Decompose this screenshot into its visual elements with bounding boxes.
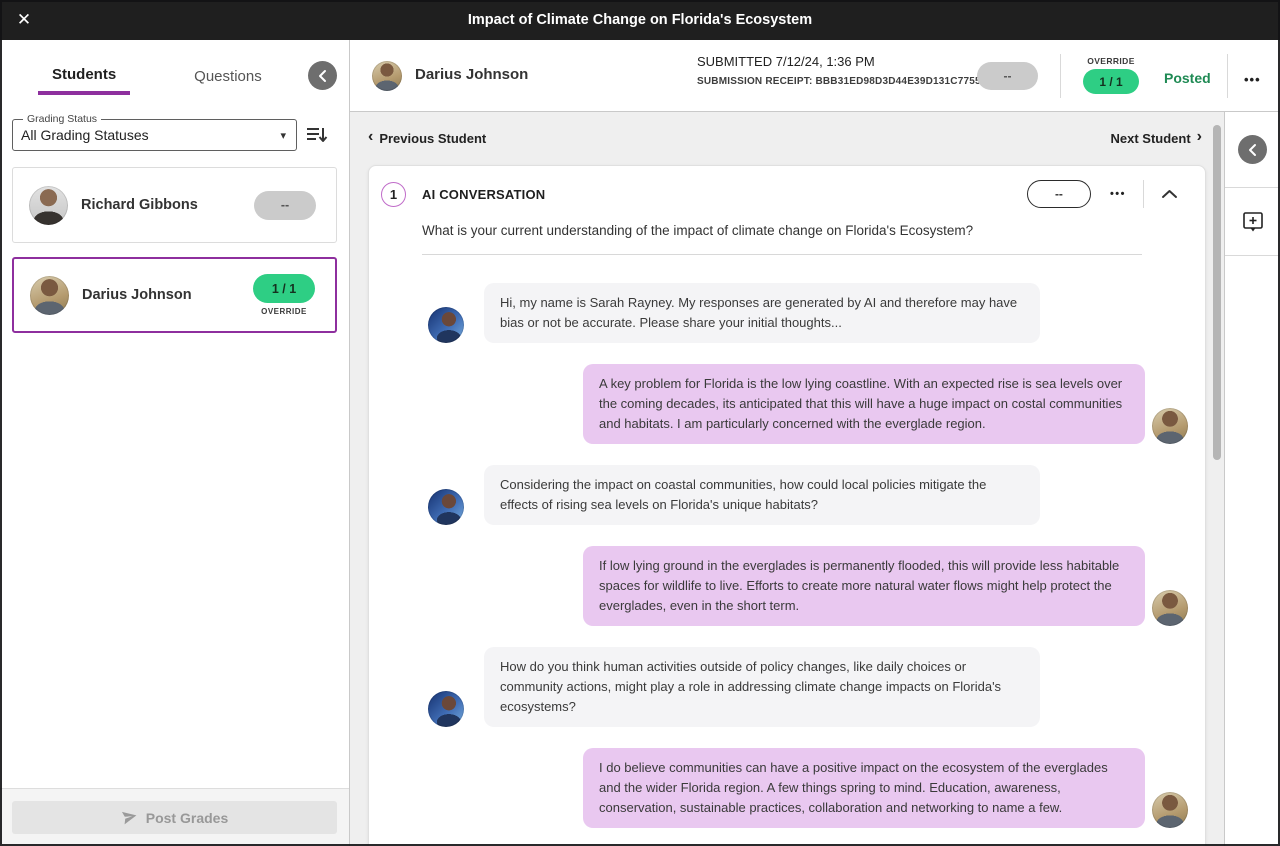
previous-student-link[interactable]: ‹ Previous Student xyxy=(368,130,486,146)
next-student-link[interactable]: Next Student › xyxy=(1111,130,1203,146)
override-label: OVERRIDE xyxy=(1087,56,1135,66)
question-grade-input[interactable]: -- xyxy=(1027,180,1091,208)
student-row-darius-johnson[interactable]: Darius Johnson 1 / 1 OVERRIDE xyxy=(12,257,337,333)
chevron-up-icon xyxy=(1161,189,1178,199)
attempt-grade-pill[interactable]: -- xyxy=(977,62,1038,90)
submission-receipt: SUBMISSION RECEIPT: BBB31ED98D3D44E39D13… xyxy=(697,76,1016,87)
student-name: Darius Johnson xyxy=(82,287,192,303)
chevron-left-icon xyxy=(317,69,329,83)
submitted-timestamp: SUBMITTED 7/12/24, 1:36 PM xyxy=(697,54,875,69)
override-label: OVERRIDE xyxy=(261,307,307,316)
grading-status-select[interactable]: Grading Status All Grading Statuses ▾ xyxy=(12,113,297,151)
tab-students[interactable]: Students xyxy=(38,56,130,95)
override-grade-pill[interactable]: 1 / 1 xyxy=(1083,69,1139,94)
caret-down-icon: ▾ xyxy=(280,129,286,142)
chevron-left-icon xyxy=(1247,143,1259,157)
message-bubble: How do you think human activities outsid… xyxy=(484,647,1040,727)
divider xyxy=(1060,54,1061,98)
message-bubble: Considering the impact on coastal commun… xyxy=(484,465,1040,525)
attempt-content: ‹ Previous Student Next Student › 1 AI C… xyxy=(350,112,1210,846)
question-collapse-button[interactable] xyxy=(1161,189,1178,199)
posted-status: Posted xyxy=(1164,70,1211,86)
ai-avatar xyxy=(428,489,464,525)
right-toolbar xyxy=(1224,112,1280,846)
question-type-label: AI CONVERSATION xyxy=(422,187,545,202)
scrollbar-thumb[interactable] xyxy=(1213,125,1221,460)
message-bubble: Hi, my name is Sarah Rayney. My response… xyxy=(484,283,1040,343)
divider xyxy=(1227,54,1228,98)
students-sidebar: Students Questions Grading Status All Gr… xyxy=(0,40,350,846)
question-number-badge: 1 xyxy=(381,182,406,207)
chevron-right-icon: › xyxy=(1197,129,1202,145)
post-grades-button[interactable]: Post Grades xyxy=(12,801,337,834)
sidebar-tabs: Students Questions xyxy=(0,40,349,111)
previous-student-label: Previous Student xyxy=(379,131,486,146)
ai-message: Considering the impact on coastal commun… xyxy=(428,465,1188,525)
assessment-title: Impact of Climate Change on Florida's Ec… xyxy=(0,12,1280,28)
sort-icon xyxy=(306,126,328,144)
sidebar-footer: Post Grades xyxy=(0,788,349,846)
question-header: 1 AI CONVERSATION -- ••• xyxy=(369,166,1205,208)
divider xyxy=(422,254,1142,255)
header-student-name: Darius Johnson xyxy=(415,66,528,83)
message-bubble: A key problem for Florida is the low lyi… xyxy=(583,364,1145,444)
student-message: If low lying ground in the everglades is… xyxy=(428,546,1188,626)
student-message: I do believe communities can have a posi… xyxy=(428,748,1188,828)
message-bubble: If low lying ground in the everglades is… xyxy=(583,546,1145,626)
avatar xyxy=(30,276,69,315)
ai-avatar xyxy=(428,691,464,727)
student-avatar xyxy=(1152,792,1188,828)
sidebar-collapse-button[interactable] xyxy=(308,61,337,90)
tab-questions[interactable]: Questions xyxy=(194,58,262,93)
student-list: Richard Gibbons -- Darius Johnson 1 / 1 … xyxy=(0,155,349,788)
add-comment-icon xyxy=(1240,209,1266,235)
student-message: A key problem for Florida is the low lyi… xyxy=(428,364,1188,444)
grading-status-label: Grading Status xyxy=(23,113,101,125)
question-card: 1 AI CONVERSATION -- ••• What is your cu… xyxy=(368,165,1206,846)
sort-students-button[interactable] xyxy=(297,115,337,155)
header-overflow-menu[interactable]: ••• xyxy=(1240,68,1265,91)
avatar xyxy=(29,186,68,225)
ai-message: How do you think human activities outsid… xyxy=(428,647,1188,727)
grade-pill: -- xyxy=(254,191,316,220)
attempt-navigation: ‹ Previous Student Next Student › xyxy=(368,112,1210,164)
grade-pill: 1 / 1 xyxy=(253,274,315,303)
main-panel: Darius Johnson SUBMITTED 7/12/24, 1:36 P… xyxy=(350,40,1280,846)
panel-collapse-button[interactable] xyxy=(1238,135,1267,164)
next-student-label: Next Student xyxy=(1111,131,1191,146)
avatar xyxy=(372,61,402,91)
divider xyxy=(1143,180,1144,208)
question-prompt: What is your current understanding of th… xyxy=(422,223,1142,238)
ai-conversation-transcript: Hi, my name is Sarah Rayney. My response… xyxy=(369,283,1205,846)
student-header: Darius Johnson SUBMITTED 7/12/24, 1:36 P… xyxy=(350,40,1280,112)
ai-message: Hi, my name is Sarah Rayney. My response… xyxy=(428,283,1188,343)
student-row-richard-gibbons[interactable]: Richard Gibbons -- xyxy=(12,167,337,243)
top-bar: ✕ Impact of Climate Change on Florida's … xyxy=(0,0,1280,40)
student-name: Richard Gibbons xyxy=(81,197,198,213)
message-bubble: I do believe communities can have a posi… xyxy=(583,748,1145,828)
post-grades-label: Post Grades xyxy=(146,810,228,826)
chevron-left-icon: ‹ xyxy=(368,129,373,145)
scrollbar-track xyxy=(1210,112,1224,846)
student-avatar xyxy=(1152,408,1188,444)
student-avatar xyxy=(1152,590,1188,626)
ai-avatar xyxy=(428,307,464,343)
add-feedback-button[interactable] xyxy=(1240,209,1266,235)
grading-status-value: All Grading Statuses xyxy=(21,127,149,143)
paper-plane-icon xyxy=(121,809,138,826)
question-overflow-menu[interactable]: ••• xyxy=(1110,184,1126,204)
